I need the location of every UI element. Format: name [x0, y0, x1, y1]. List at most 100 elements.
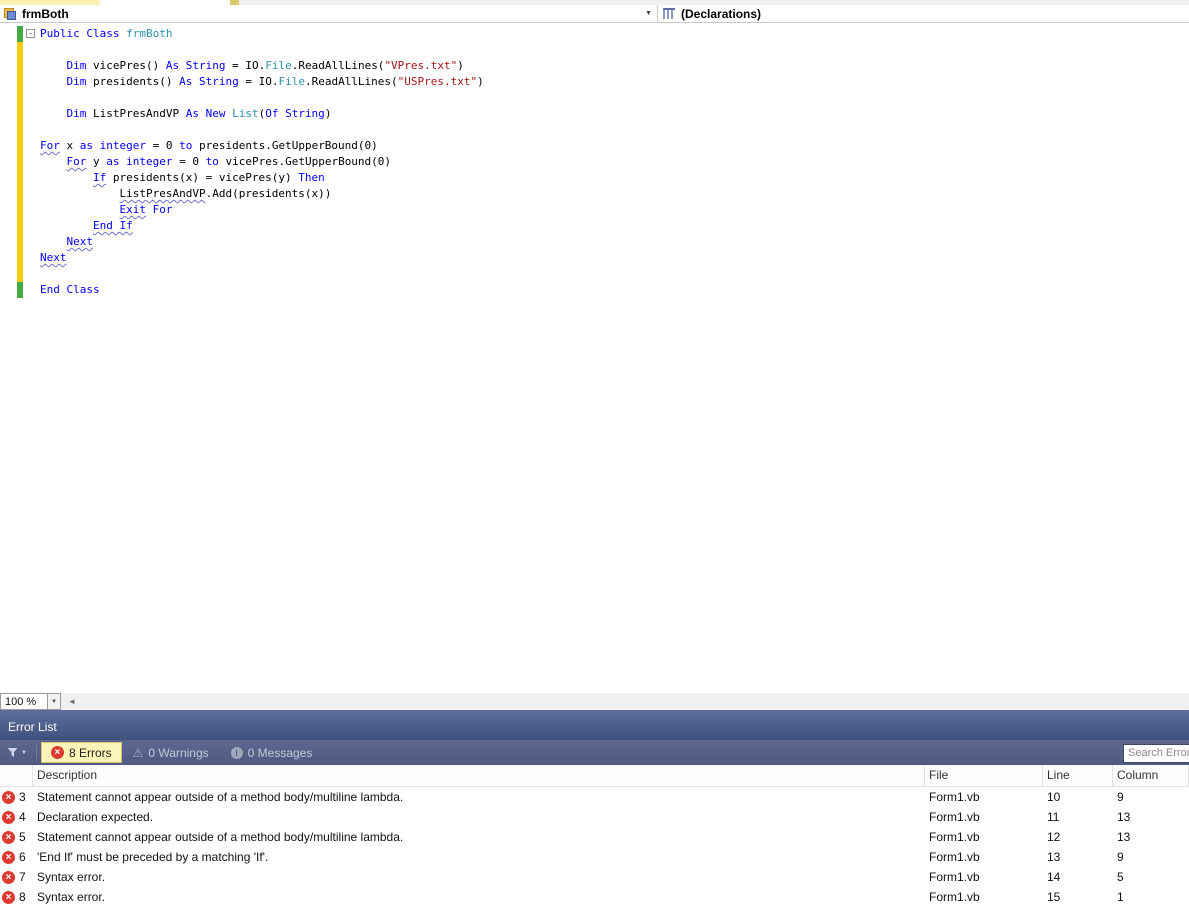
zoom-value: 100 % — [5, 695, 37, 708]
code-line: Next — [0, 234, 1189, 250]
error-icon: × — [2, 790, 15, 804]
error-row[interactable]: × 4 Declaration expected. Form1.vb 11 13 — [0, 807, 1189, 827]
code-line: End If — [0, 218, 1189, 234]
code-line: Dim ListPresAndVP As New List(Of String) — [0, 106, 1189, 122]
error-number: 6 — [19, 850, 26, 864]
code-line: ListPresAndVP.Add(presidents(x)) — [0, 186, 1189, 202]
error-row-icon-cell: × 7 — [0, 870, 33, 884]
vs-window: { "top": { "nav_left": { "label": "frmBo… — [0, 0, 1189, 906]
error-row[interactable]: × 3 Statement cannot appear outside of a m… — [0, 787, 1189, 807]
error-row-icon-cell: × 6 — [0, 850, 33, 864]
column-header-description[interactable]: Description — [33, 765, 925, 786]
info-icon: i — [230, 746, 243, 759]
code-text: Exit For — [119, 203, 173, 216]
errors-count-label: 8 Errors — [68, 745, 112, 760]
error-line: 11 — [1047, 810, 1060, 824]
horizontal-scrollbar[interactable]: ◄ — [63, 693, 1189, 710]
code-text: Next — [40, 251, 67, 264]
filter-button[interactable]: ▼ — [2, 742, 32, 763]
change-indicator-unsaved — [17, 202, 23, 218]
code-text: For x as integer = 0 to presidents.GetUp… — [40, 139, 378, 152]
error-line: 13 — [1047, 850, 1061, 864]
change-indicator-unsaved — [17, 170, 23, 186]
error-row[interactable]: × 6 'End If' must be preceded by a matchin… — [0, 847, 1189, 867]
change-indicator-unsaved — [17, 58, 23, 74]
chevron-down-icon: ▼ — [21, 749, 27, 756]
error-rows: × 3 Statement cannot appear outside of a m… — [0, 787, 1189, 907]
member-selector-dropdown[interactable]: (Declarations) — [658, 5, 1189, 22]
change-indicator-unsaved — [17, 138, 23, 154]
zoom-selector[interactable]: 100 % ▼ — [0, 693, 61, 710]
warnings-filter-button[interactable]: ⚠ 0 Warnings — [122, 742, 220, 763]
error-column: 1 — [1117, 890, 1124, 904]
error-file: Form1.vb — [929, 790, 980, 804]
scroll-left-icon[interactable]: ◄ — [68, 697, 76, 706]
error-icon: × — [50, 746, 64, 759]
messages-filter-button[interactable]: i 0 Messages — [220, 742, 324, 763]
error-icon: × — [2, 850, 15, 864]
change-indicator-unsaved — [17, 106, 23, 122]
warning-icon: ⚠ — [132, 745, 144, 760]
error-row[interactable]: × 7 Syntax error. Form1.vb 14 5 — [0, 867, 1189, 887]
error-column: 9 — [1117, 790, 1124, 804]
code-text: If presidents(x) = vicePres(y) Then — [92, 171, 325, 184]
zoom-dropdown-arrow[interactable]: ▼ — [47, 694, 60, 709]
code-text: Next — [66, 235, 94, 248]
error-row[interactable]: × 5 Statement cannot appear outside of a m… — [0, 827, 1189, 847]
code-text: Dim presidents() As String = IO.File.Rea… — [66, 75, 484, 88]
code-area[interactable]: - Public Class frmBoth Dim vicePres() As … — [0, 26, 1189, 298]
error-description: Statement cannot appear outside of a met… — [37, 790, 404, 804]
change-indicator-unsaved — [17, 154, 23, 170]
error-column: 13 — [1117, 830, 1131, 844]
error-row-icon-cell: × 4 — [0, 810, 33, 824]
filter-icon — [7, 748, 18, 757]
error-number: 4 — [19, 810, 26, 824]
error-column: 9 — [1117, 850, 1124, 864]
error-file: Form1.vb — [929, 890, 980, 904]
error-list-toolbar: ▼ × 8 Errors ⚠ 0 Warnings i 0 Messages — [0, 740, 1189, 765]
column-header-icon[interactable] — [0, 765, 33, 786]
code-line — [0, 90, 1189, 106]
chevron-down-icon[interactable]: ▼ — [645, 10, 652, 17]
collapse-icon[interactable]: - — [26, 29, 35, 38]
code-line: - Public Class frmBoth — [0, 26, 1189, 42]
change-indicator-unsaved — [17, 250, 23, 266]
column-header-line[interactable]: Line — [1043, 765, 1113, 786]
code-editor[interactable]: - Public Class frmBoth Dim vicePres() As … — [0, 24, 1189, 693]
error-file: Form1.vb — [929, 810, 980, 824]
error-row-icon-cell: × 5 — [0, 830, 33, 844]
code-text: Dim ListPresAndVP As New List(Of String) — [66, 107, 332, 120]
warnings-count-label: 0 Warnings — [148, 745, 209, 760]
declarations-icon — [663, 8, 675, 19]
error-file: Form1.vb — [929, 830, 980, 844]
search-input[interactable] — [1123, 743, 1189, 763]
error-row[interactable]: × 8 Syntax error. Form1.vb 15 1 — [0, 887, 1189, 907]
code-text: Dim vicePres() As String = IO.File.ReadA… — [66, 59, 464, 72]
code-line: For x as integer = 0 to presidents.GetUp… — [0, 138, 1189, 154]
error-description: Syntax error. — [37, 890, 106, 904]
column-header-file[interactable]: File — [925, 765, 1043, 786]
error-table: Description File Line Column × 3 Statement… — [0, 765, 1189, 906]
change-indicator-unsaved — [17, 234, 23, 250]
error-list-titlebar[interactable]: Error List — [0, 710, 1189, 740]
error-file: Form1.vb — [929, 870, 980, 884]
toolbar-separator — [35, 744, 37, 761]
code-line — [0, 266, 1189, 282]
change-indicator-unsaved — [17, 90, 23, 106]
change-indicator-saved — [17, 282, 23, 298]
messages-count-label: 0 Messages — [247, 745, 313, 760]
column-header-column[interactable]: Column — [1113, 765, 1189, 786]
error-row-icon-cell: × 3 — [0, 790, 33, 804]
code-line: End Class — [0, 282, 1189, 298]
error-line: 10 — [1047, 790, 1061, 804]
code-line — [0, 122, 1189, 138]
change-indicator-unsaved — [17, 266, 23, 282]
error-line: 12 — [1047, 830, 1061, 844]
editor-bottom-bar: 100 % ▼ ◄ — [0, 693, 1189, 710]
code-line — [0, 42, 1189, 58]
code-text: End Class — [40, 283, 100, 296]
error-column: 5 — [1117, 870, 1124, 884]
code-line: Exit For — [0, 202, 1189, 218]
class-selector-dropdown[interactable]: frmBoth ▼ — [0, 5, 658, 22]
errors-filter-button[interactable]: × 8 Errors — [40, 742, 122, 763]
